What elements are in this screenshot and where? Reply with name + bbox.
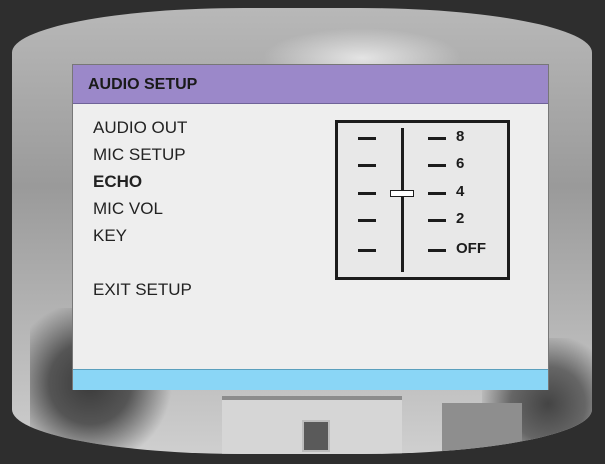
menu-item-mic-vol[interactable]: MIC VOL [93, 198, 293, 225]
slider-tick-left [358, 219, 376, 222]
osd-title: AUDIO SETUP [88, 76, 198, 93]
slider-tick-right [428, 137, 446, 140]
slider-tick-right [428, 164, 446, 167]
slider-scale-label: OFF [456, 240, 486, 257]
slider-scale-label: 4 [456, 183, 465, 200]
menu-item-exit-setup[interactable]: EXIT SETUP [93, 279, 293, 306]
slider-scale-label: 6 [456, 155, 465, 172]
menu-item-mic-setup[interactable]: MIC SETUP [93, 144, 293, 171]
background-house-window [302, 420, 330, 452]
slider-tick-right [428, 249, 446, 252]
audio-setup-osd-panel: AUDIO SETUP AUDIO OUT MIC SETUP ECHO MIC… [72, 64, 549, 390]
slider-tick-right [428, 192, 446, 195]
slider-tick-left [358, 137, 376, 140]
slider-scale-label: 2 [456, 210, 465, 227]
echo-level-slider[interactable]: 8 6 4 2 OFF [335, 120, 510, 280]
slider-tick-left [358, 192, 376, 195]
menu-item-echo[interactable]: ECHO [93, 171, 293, 198]
menu-item-audio-out[interactable]: AUDIO OUT [93, 117, 293, 144]
slider-scale-label: 8 [456, 128, 465, 145]
osd-header-bar: AUDIO SETUP [73, 65, 548, 104]
slider-tick-left [358, 164, 376, 167]
setup-menu: AUDIO OUT MIC SETUP ECHO MIC VOL KEY EXI… [93, 117, 293, 306]
background-building [442, 403, 522, 454]
slider-track [401, 128, 404, 272]
slider-tick-right [428, 219, 446, 222]
slider-knob[interactable] [390, 190, 414, 197]
slider-tick-left [358, 249, 376, 252]
menu-item-key[interactable]: KEY [93, 225, 293, 252]
osd-footer-bar [73, 369, 548, 390]
